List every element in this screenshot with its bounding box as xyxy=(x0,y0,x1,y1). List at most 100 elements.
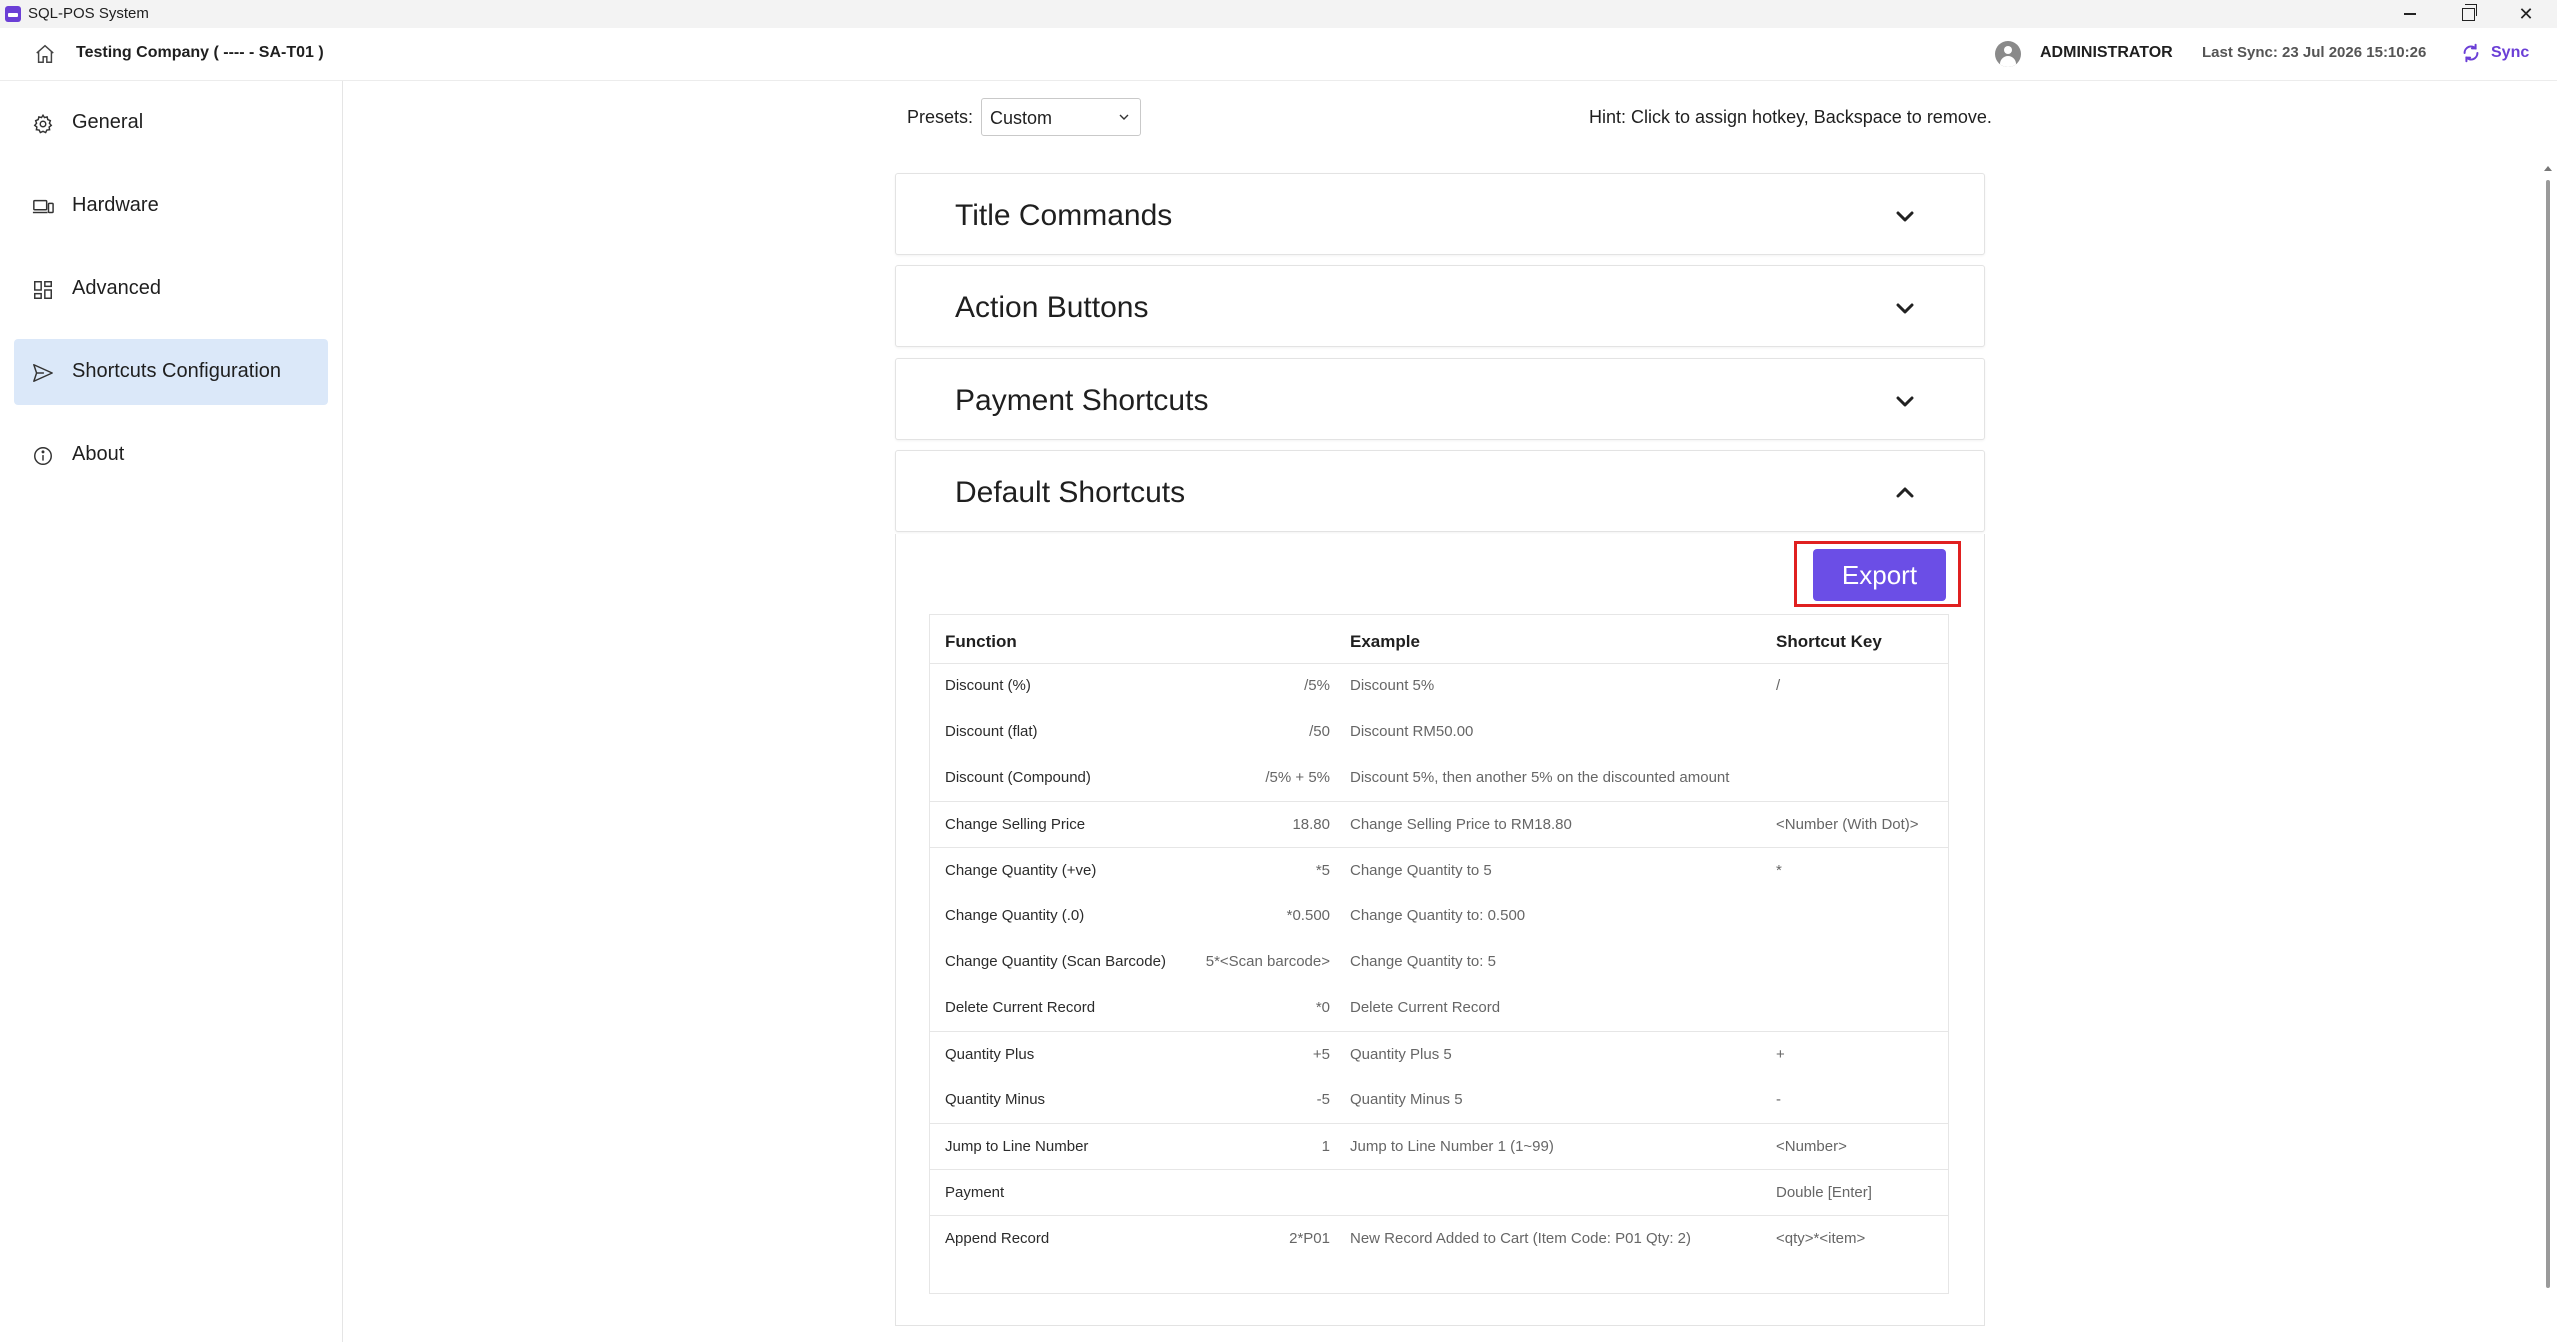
cell-shortcut-key[interactable]: Double [Enter] xyxy=(1776,1184,1872,1201)
column-header-function: Function xyxy=(945,632,1017,651)
window-titlebar: SQL-POS System ✕ xyxy=(0,0,2557,28)
cell-function: Change Quantity (.0) xyxy=(945,907,1085,924)
chevron-down-icon xyxy=(1896,303,1914,314)
table-row[interactable]: Change Selling Price 18.80 Change Selling … xyxy=(930,801,1948,848)
cell-shortcut-key[interactable]: - xyxy=(1776,1091,1781,1108)
cell-code: /5% xyxy=(1304,677,1330,694)
sidebar-item-hardware[interactable]: Hardware xyxy=(14,173,328,239)
user-avatar-icon xyxy=(1995,41,2021,67)
chevron-down-icon xyxy=(1119,114,1129,120)
gear-icon xyxy=(33,113,53,134)
cell-code: +5 xyxy=(1312,1046,1330,1063)
cell-code: *0 xyxy=(1315,999,1330,1016)
export-button[interactable]: Export xyxy=(1813,549,1946,601)
cell-code: /50 xyxy=(1309,723,1330,740)
hint-text: Hint: Click to assign hotkey, Backspace … xyxy=(1589,107,1992,127)
home-icon[interactable] xyxy=(34,43,56,65)
sidebar: General Hardware Advanced Shortcuts Conf… xyxy=(0,81,343,1342)
table-row[interactable]: Delete Current Record *0 Delete Current Re… xyxy=(930,985,1948,1031)
cell-function: Jump to Line Number xyxy=(945,1138,1089,1155)
presets-dropdown[interactable]: Custom xyxy=(981,98,1141,136)
cell-code: -5 xyxy=(1316,1091,1330,1108)
panel-title-commands[interactable]: Title Commands xyxy=(895,173,1985,255)
sidebar-item-label: Shortcuts Configuration xyxy=(72,360,282,382)
chevron-down-icon xyxy=(1896,211,1914,222)
cell-code: 5*<Scan barcode> xyxy=(1205,953,1330,970)
cell-shortcut-key[interactable]: <qty>*<item> xyxy=(1776,1230,1865,1247)
vertical-scrollbar[interactable] xyxy=(2543,82,2555,1342)
table-row[interactable]: Discount (flat) /50 Discount RM50.00 xyxy=(930,709,1948,755)
window-title: SQL-POS System xyxy=(28,5,149,22)
table-row[interactable]: Change Quantity (Scan Barcode) 5*<Scan ba… xyxy=(930,939,1948,985)
cell-example: Delete Current Record xyxy=(1350,999,1501,1016)
cell-function: Change Quantity (+ve) xyxy=(945,862,1097,879)
cell-example: Change Selling Price to RM18.80 xyxy=(1350,816,1572,833)
table-row[interactable]: Discount (%) /5% Discount 5% / xyxy=(930,663,1948,709)
cell-shortcut-key[interactable]: * xyxy=(1776,862,1782,879)
panel-title: Payment Shortcuts xyxy=(955,384,1209,417)
close-button[interactable]: ✕ xyxy=(2506,0,2546,28)
restore-icon xyxy=(2461,3,2477,21)
cell-function: Discount (Compound) xyxy=(945,769,1091,786)
panel-title: Action Buttons xyxy=(955,291,1149,324)
panel-action-buttons[interactable]: Action Buttons xyxy=(895,265,1985,347)
restore-button[interactable] xyxy=(2448,0,2488,28)
cell-code: /5% + 5% xyxy=(1265,769,1330,786)
last-sync-text: Last Sync: 23 Jul 2026 15:10:26 xyxy=(2202,44,2427,61)
panel-default-shortcuts[interactable]: Default Shortcuts xyxy=(895,450,1985,532)
scroll-up-arrow-icon[interactable] xyxy=(2544,166,2552,171)
cell-code: 18.80 xyxy=(1292,816,1330,833)
shortcuts-table: Function Example Shortcut Key Discount (… xyxy=(929,614,1949,1294)
table-row[interactable]: Quantity Minus -5 Quantity Minus 5 - xyxy=(930,1077,1948,1123)
cell-function: Discount (%) xyxy=(945,677,1031,694)
close-icon: ✕ xyxy=(2518,3,2534,24)
cell-shortcut-key[interactable]: <Number> xyxy=(1776,1138,1847,1155)
cell-function: Payment xyxy=(945,1184,1005,1201)
chevron-up-icon xyxy=(1896,487,1914,498)
table-row[interactable]: Change Quantity (+ve) *5 Change Quantity t… xyxy=(930,847,1948,894)
column-header-shortcut-key: Shortcut Key xyxy=(1776,632,1882,651)
cell-example: Discount 5% xyxy=(1350,677,1435,694)
cell-function: Change Selling Price xyxy=(945,816,1086,833)
table-row[interactable]: Jump to Line Number 1 Jump to Line Number … xyxy=(930,1123,1948,1170)
sidebar-item-label: About xyxy=(72,443,125,465)
company-name: Testing Company ( ---- - SA-T01 ) xyxy=(76,44,324,61)
panel-title: Default Shortcuts xyxy=(955,476,1186,509)
panel-payment-shortcuts[interactable]: Payment Shortcuts xyxy=(895,358,1985,440)
table-row[interactable]: Quantity Plus +5 Quantity Plus 5 + xyxy=(930,1031,1948,1078)
minimize-button[interactable] xyxy=(2390,0,2430,28)
cell-example: Jump to Line Number 1 (1~99) xyxy=(1350,1138,1554,1155)
sidebar-item-shortcuts-configuration[interactable]: Shortcuts Configuration xyxy=(14,339,328,405)
scrollbar-thumb[interactable] xyxy=(2546,180,2550,1288)
cell-shortcut-key[interactable]: <Number (With Dot)> xyxy=(1776,816,1919,833)
cell-shortcut-key[interactable]: / xyxy=(1776,677,1780,694)
cell-function: Discount (flat) xyxy=(945,723,1038,740)
column-header-example: Example xyxy=(1350,632,1420,651)
sidebar-item-about[interactable]: About xyxy=(14,422,328,488)
devices-icon xyxy=(32,199,54,214)
cell-example: Change Quantity to: 0.500 xyxy=(1350,907,1526,924)
cell-code: 1 xyxy=(1321,1138,1330,1155)
cell-function: Quantity Minus xyxy=(945,1091,1046,1108)
table-row[interactable]: Change Quantity (.0) *0.500 Change Quantit… xyxy=(930,893,1948,939)
sidebar-item-label: Advanced xyxy=(72,277,161,299)
sync-button[interactable]: Sync xyxy=(2491,44,2529,62)
table-row[interactable]: Append Record 2*P01 New Record Added to Ca… xyxy=(930,1215,1948,1262)
cell-example: Discount 5%, then another 5% on the disc… xyxy=(1350,769,1730,786)
cell-function: Delete Current Record xyxy=(945,999,1096,1016)
table-header: Function Example Shortcut Key xyxy=(930,615,1948,664)
app-logo-icon xyxy=(5,6,21,22)
cell-shortcut-key[interactable]: + xyxy=(1776,1046,1785,1063)
cell-function: Append Record xyxy=(945,1230,1050,1247)
cell-example: New Record Added to Cart (Item Code: P01… xyxy=(1350,1230,1691,1247)
table-row[interactable]: Discount (Compound) /5% + 5% Discount 5%, … xyxy=(930,755,1948,801)
presets-label: Presets: xyxy=(907,107,974,127)
cell-code: 2*P01 xyxy=(1289,1230,1330,1247)
table-row[interactable]: Payment Double [Enter] xyxy=(930,1169,1948,1216)
sidebar-item-advanced[interactable]: Advanced xyxy=(14,256,328,322)
cell-example: Discount RM50.00 xyxy=(1350,723,1474,740)
sidebar-item-general[interactable]: General xyxy=(14,90,328,156)
sync-icon[interactable] xyxy=(2460,42,2482,64)
cell-function: Quantity Plus xyxy=(945,1046,1035,1063)
sidebar-item-label: General xyxy=(72,111,144,133)
